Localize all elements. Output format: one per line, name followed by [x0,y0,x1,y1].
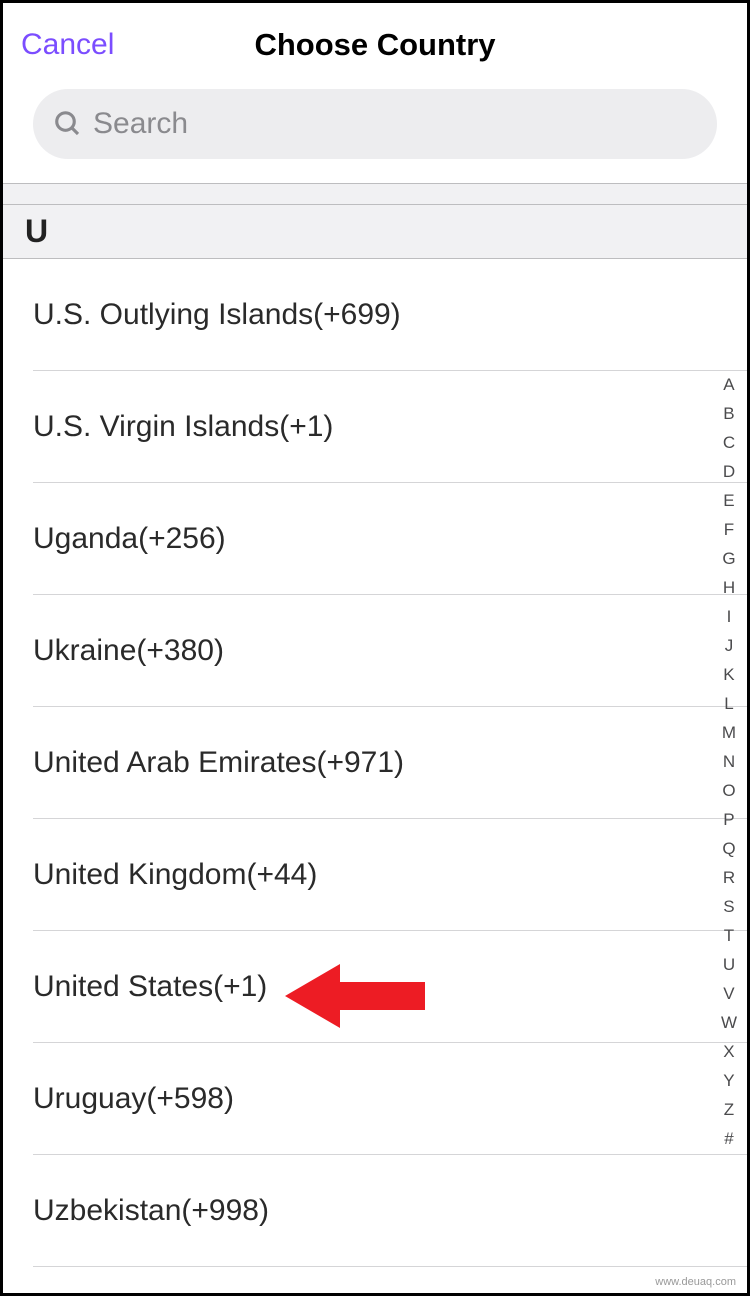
country-list: U.S. Outlying Islands(+699) U.S. Virgin … [3,259,747,1267]
page-title: Choose Country [254,27,495,63]
index-g[interactable]: G [718,545,739,572]
header-bar: Cancel Choose Country [3,3,747,75]
index-d[interactable]: D [719,458,739,485]
index-y[interactable]: Y [719,1067,738,1094]
search-input[interactable] [93,107,697,141]
country-item-uk[interactable]: United Kingdom(+44) [33,819,747,931]
search-box[interactable] [33,89,717,159]
section-header-u: U [3,205,747,259]
index-a[interactable]: A [719,371,738,398]
country-item-uae[interactable]: United Arab Emirates(+971) [33,707,747,819]
index-i[interactable]: I [723,603,736,630]
index-l[interactable]: L [720,690,737,717]
search-container [3,75,747,183]
country-item-uganda[interactable]: Uganda(+256) [33,483,747,595]
country-item-us[interactable]: United States(+1) [33,931,747,1043]
watermark: www.deuaq.com [652,1275,739,1289]
country-item-us-virgin[interactable]: U.S. Virgin Islands(+1) [33,371,747,483]
country-item-uzbekistan[interactable]: Uzbekistan(+998) [33,1155,747,1267]
index-v[interactable]: V [719,980,738,1007]
index-w[interactable]: W [717,1009,741,1036]
index-m[interactable]: M [718,719,740,746]
index-o[interactable]: O [718,777,739,804]
cancel-button[interactable]: Cancel [21,28,114,62]
index-z[interactable]: Z [720,1096,738,1123]
index-u[interactable]: U [719,951,739,978]
index-x[interactable]: X [719,1038,738,1065]
index-r[interactable]: R [719,864,739,891]
index-hash[interactable]: # [720,1125,737,1152]
index-q[interactable]: Q [718,835,739,862]
index-h[interactable]: H [719,574,739,601]
country-item-ukraine[interactable]: Ukraine(+380) [33,595,747,707]
index-e[interactable]: E [719,487,738,514]
alphabet-index: A B C D E F G H I J K L M N O P Q R S T … [717,371,741,1152]
index-k[interactable]: K [719,661,738,688]
search-icon [53,109,83,139]
index-n[interactable]: N [719,748,739,775]
country-item-uruguay[interactable]: Uruguay(+598) [33,1043,747,1155]
index-s[interactable]: S [719,893,738,920]
index-t[interactable]: T [720,922,738,949]
country-item-us-outlying[interactable]: U.S. Outlying Islands(+699) [33,259,747,371]
index-c[interactable]: C [719,429,739,456]
index-p[interactable]: P [719,806,738,833]
section-divider-prev [3,183,747,205]
index-b[interactable]: B [719,400,738,427]
index-j[interactable]: J [721,632,738,659]
index-f[interactable]: F [720,516,738,543]
